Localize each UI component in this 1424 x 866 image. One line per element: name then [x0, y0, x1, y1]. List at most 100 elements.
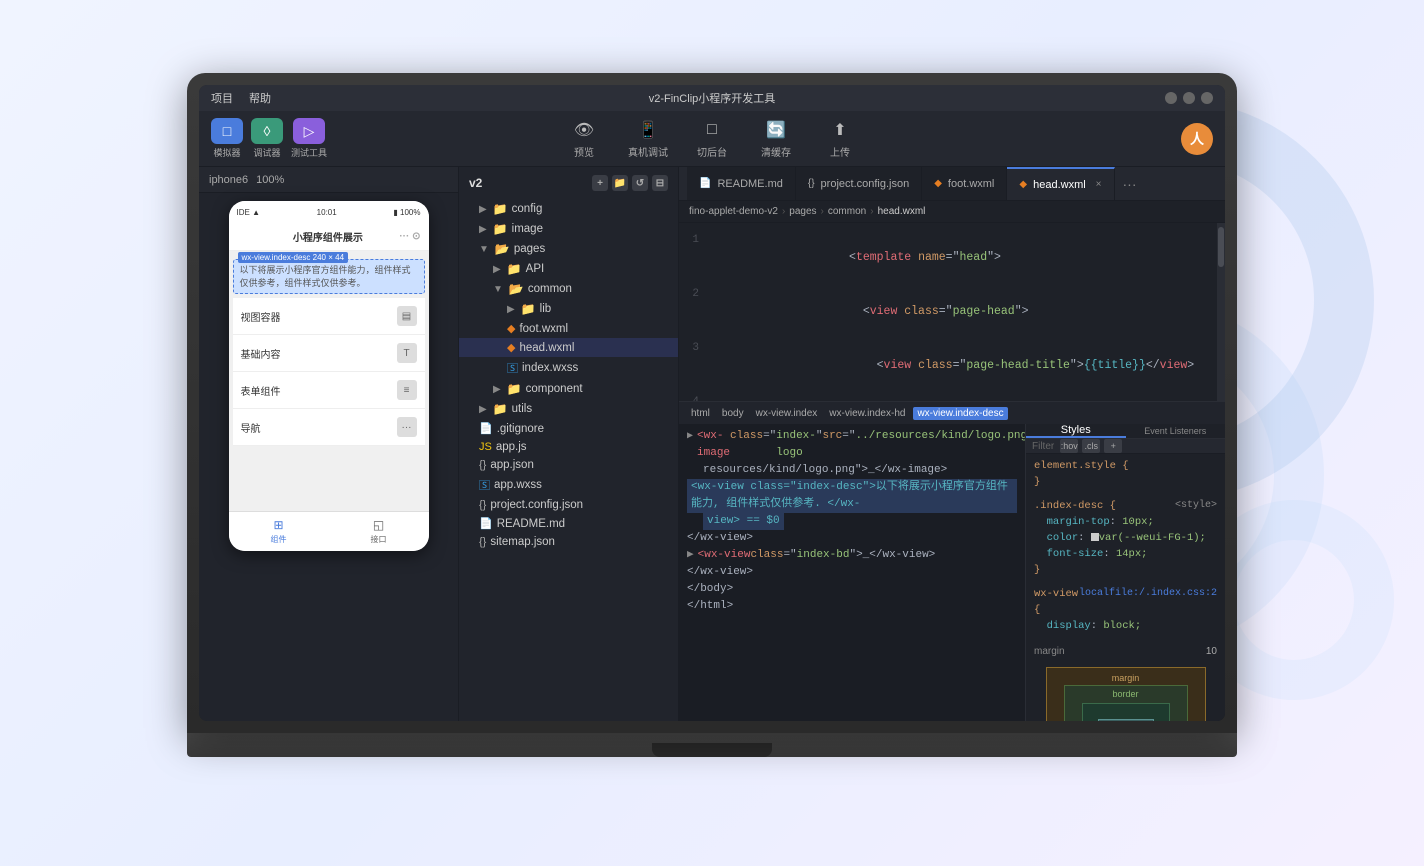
- tree-item-readme[interactable]: 📄 README.md: [459, 514, 678, 533]
- code-line-3: 3 <view class="page-head-title">{{title}…: [679, 339, 1225, 393]
- tree-collapse[interactable]: ⊟: [652, 175, 668, 191]
- toolbar-left: □ 模拟器 ◊ 调试器 ▷ 测试工具: [211, 118, 327, 159]
- toolbar-test-btn[interactable]: ▷ 测试工具: [291, 118, 327, 159]
- tab-foot-label: foot.wxml: [948, 178, 994, 190]
- window-minimize[interactable]: [1165, 92, 1177, 104]
- filter-cls-btn[interactable]: .cls: [1082, 439, 1100, 453]
- css-rule-element-style: element.style { }: [1026, 454, 1225, 494]
- breadcrumb-2: common: [828, 206, 866, 217]
- styles-tab-events[interactable]: Event Listeners: [1126, 424, 1226, 438]
- phone-nav-0[interactable]: ⊞ 组件: [229, 512, 329, 551]
- tree-new-folder[interactable]: 📁: [612, 175, 628, 191]
- code-line-2: 2 <view class="page-head">: [679, 285, 1225, 339]
- tree-item-index-wxss[interactable]: 🅂 index.wxss: [459, 357, 678, 379]
- breadcrumb-wx-index-desc[interactable]: wx-view.index-desc: [913, 407, 1007, 420]
- tree-label-head-wxml: head.wxml: [519, 342, 574, 354]
- folder-icon-utils: 📁: [493, 402, 508, 416]
- toolbar-realtime-debug[interactable]: 📱 真机调试: [626, 119, 670, 159]
- code-scrollbar[interactable]: [1217, 223, 1225, 401]
- list-item-2[interactable]: 表单组件 ≡: [233, 372, 425, 409]
- laptop-notch: [652, 743, 772, 757]
- tree-item-app-wxss[interactable]: 🅂 app.wxss: [459, 474, 678, 496]
- tree-item-config[interactable]: ▶ 📁 config: [459, 199, 678, 219]
- list-item-3[interactable]: 导航 ···: [233, 409, 425, 446]
- tree-item-app-js[interactable]: JS app.js: [459, 438, 678, 456]
- readme-tab-icon: 📄: [699, 178, 711, 189]
- filter-add-btn[interactable]: +: [1104, 439, 1122, 453]
- tree-label-app-wxss: app.wxss: [494, 479, 542, 491]
- phone-signal: IDE ▲: [237, 208, 260, 217]
- list-item-1[interactable]: 基础内容 T: [233, 335, 425, 372]
- code-container: 1 <template name="head"> 2 <view class="…: [679, 223, 1225, 721]
- breadcrumb-wx-index-hd[interactable]: wx-view.index-hd: [825, 407, 909, 420]
- tree-new-file[interactable]: +: [592, 175, 608, 191]
- styles-tab-styles[interactable]: Styles: [1026, 424, 1126, 438]
- simulator-panel: iphone6 100% IDE ▲ 10:01 ▮ 100%: [199, 167, 459, 721]
- tab-foot-wxml[interactable]: ◆ foot.wxml: [922, 167, 1007, 200]
- tree-item-foot-wxml[interactable]: ◆ foot.wxml: [459, 319, 678, 338]
- menu-project[interactable]: 项目: [211, 90, 233, 106]
- tree-item-pages[interactable]: ▼ 📂 pages: [459, 239, 678, 259]
- html-line-1: resources/kind/logo.png">_</wx-image>: [687, 462, 1017, 479]
- tree-label-gitignore: .gitignore: [497, 423, 544, 435]
- phone-battery: ▮ 100%: [393, 208, 420, 217]
- tab-project-config[interactable]: {} project.config.json: [796, 167, 922, 200]
- tree-item-sitemap[interactable]: {} sitemap.json: [459, 533, 678, 551]
- window-maximize[interactable]: [1183, 92, 1195, 104]
- phone-nav-label-0: 组件: [271, 534, 287, 545]
- breadcrumb-body[interactable]: body: [718, 407, 748, 420]
- tree-item-image[interactable]: ▶ 📁 image: [459, 219, 678, 239]
- tab-readme[interactable]: 📄 README.md: [687, 167, 796, 200]
- tab-readme-label: README.md: [717, 178, 782, 190]
- tree-refresh[interactable]: ↺: [632, 175, 648, 191]
- line-num-2: 2: [679, 285, 711, 303]
- dom-breadcrumb: html body wx-view.index wx-view.index-hd…: [679, 402, 1225, 424]
- toolbar-upload[interactable]: ⬆ 上传: [818, 119, 862, 159]
- readme-icon: 📄: [479, 517, 493, 530]
- tab-head-close[interactable]: ×: [1096, 179, 1102, 190]
- tree-item-app-json[interactable]: {} app.json: [459, 456, 678, 474]
- toolbar-debug-btn[interactable]: ◊ 调试器: [251, 118, 283, 159]
- phone-nav-1[interactable]: ◱ 接口: [329, 512, 429, 551]
- menu-help[interactable]: 帮助: [249, 90, 271, 106]
- toolbar-simulate-btn[interactable]: □ 模拟器: [211, 118, 243, 159]
- code-upper: 1 <template name="head"> 2 <view class="…: [679, 223, 1225, 401]
- arrow-common: ▼: [493, 284, 503, 295]
- tree-label-sitemap: sitemap.json: [490, 536, 555, 548]
- arrow-component: ▶: [493, 384, 501, 395]
- user-avatar[interactable]: 人: [1181, 123, 1213, 155]
- tree-item-api[interactable]: ▶ 📁 API: [459, 259, 678, 279]
- debug-icon: ◊: [251, 118, 283, 144]
- tree-item-lib[interactable]: ▶ 📁 lib: [459, 299, 678, 319]
- project-config-icon: {}: [479, 499, 486, 511]
- phone-nav-icon-0: ⊞: [273, 518, 283, 532]
- tree-label-app-js: app.js: [496, 441, 527, 453]
- list-icon-3: ···: [397, 417, 417, 437]
- tree-item-utils[interactable]: ▶ 📁 utils: [459, 399, 678, 419]
- expand-arrow-0: ▶: [687, 428, 693, 445]
- tree-item-gitignore[interactable]: 📄 .gitignore: [459, 419, 678, 438]
- line-num-4: 4: [679, 393, 711, 401]
- toolbar-cut[interactable]: □ 切后台: [690, 119, 734, 159]
- toolbar-preview[interactable]: 👁 预览: [562, 119, 606, 159]
- breadcrumb-wx-index[interactable]: wx-view.index: [752, 407, 822, 420]
- simulate-label: 模拟器: [213, 146, 240, 159]
- laptop-lid: 项目 帮助 v2-FinClip小程序开发工具 □ 模拟器: [187, 73, 1237, 733]
- realtime-debug-label: 真机调试: [628, 144, 668, 159]
- tree-item-project-config[interactable]: {} project.config.json: [459, 496, 678, 514]
- tree-item-head-wxml[interactable]: ◆ head.wxml: [459, 338, 678, 357]
- tree-item-common[interactable]: ▼ 📂 common: [459, 279, 678, 299]
- breadcrumb-html[interactable]: html: [687, 407, 714, 420]
- tab-head-wxml[interactable]: ◆ head.wxml ×: [1007, 167, 1114, 200]
- clear-cache-label: 清缓存: [761, 144, 791, 159]
- filter-hover-btn[interactable]: :hov: [1060, 439, 1078, 453]
- tree-item-component[interactable]: ▶ 📁 component: [459, 379, 678, 399]
- list-item-0[interactable]: 视图容器 ▤: [233, 298, 425, 335]
- phone-app-header: 小程序组件展示 ··· ⊙: [229, 223, 429, 251]
- app-title: v2-FinClip小程序开发工具: [649, 90, 776, 106]
- window-close[interactable]: [1201, 92, 1213, 104]
- sim-header: iphone6 100%: [199, 167, 458, 193]
- tab-more[interactable]: ···: [1115, 167, 1145, 200]
- toolbar-clear-cache[interactable]: 🔄 清缓存: [754, 119, 798, 159]
- sim-phone: IDE ▲ 10:01 ▮ 100% 小程序组件展示 ··· ⊙: [199, 193, 458, 721]
